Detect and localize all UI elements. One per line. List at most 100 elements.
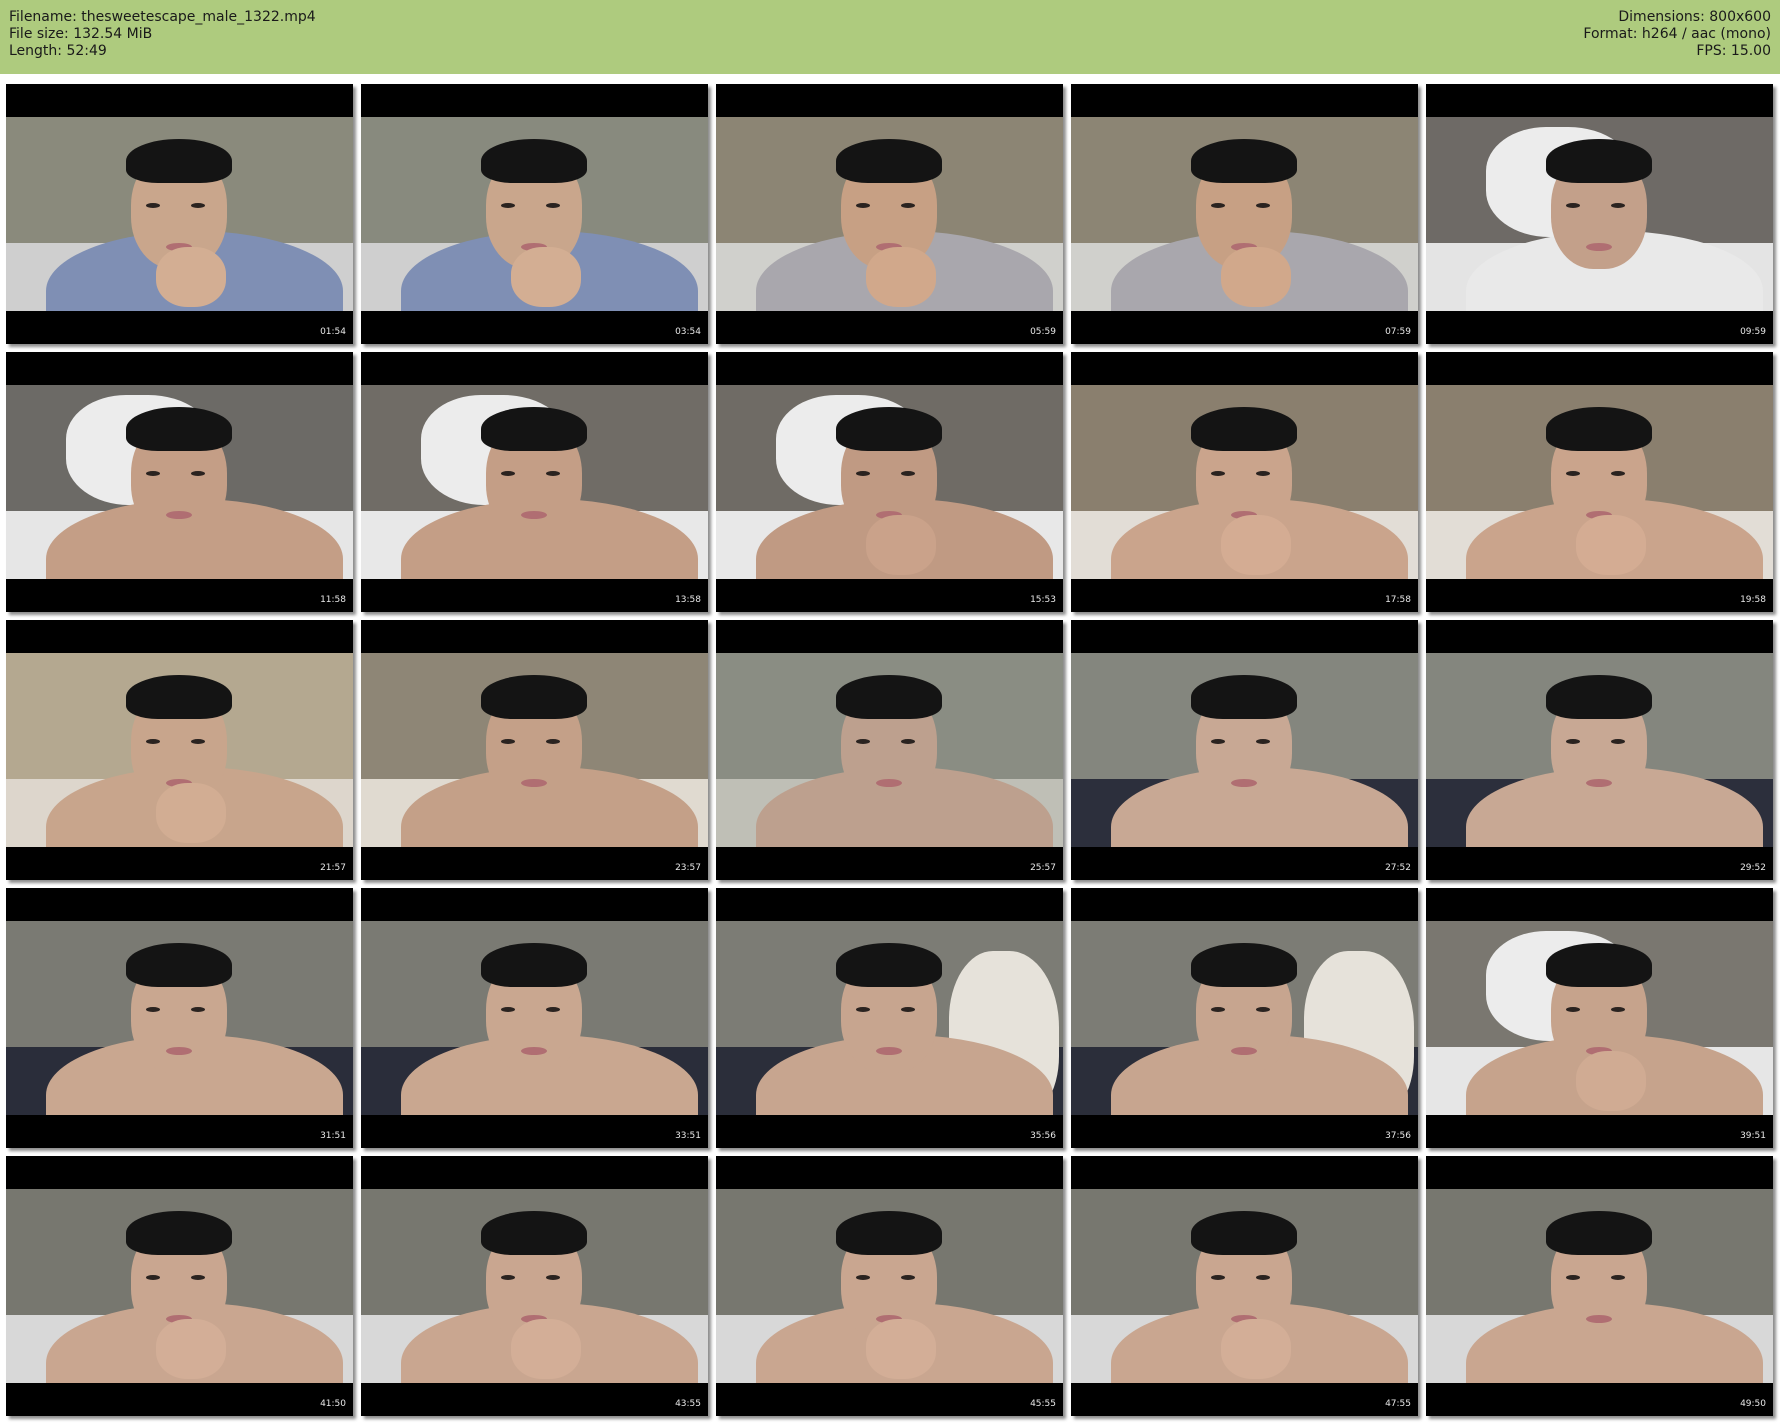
frame-hair bbox=[1191, 139, 1297, 183]
video-thumbnail: 47:55 bbox=[1071, 1156, 1418, 1416]
frame-mouth bbox=[1586, 1315, 1612, 1323]
thumbnail-frame bbox=[361, 117, 708, 311]
thumbnail-timestamp: 21:57 bbox=[320, 863, 346, 873]
frame-mouth bbox=[521, 1047, 547, 1055]
frame-eye bbox=[191, 203, 205, 208]
frame-eye bbox=[146, 203, 160, 208]
frame-eye bbox=[1611, 471, 1625, 476]
frame-mouth bbox=[1586, 243, 1612, 251]
frame-eye bbox=[1211, 203, 1225, 208]
thumbnail-timestamp: 05:59 bbox=[1030, 327, 1056, 337]
frame-eye bbox=[546, 1007, 560, 1012]
thumbnail-timestamp: 43:55 bbox=[675, 1399, 701, 1409]
frame-hair bbox=[481, 407, 587, 451]
thumbnail-frame bbox=[1071, 653, 1418, 847]
frame-eye bbox=[1256, 1007, 1270, 1012]
video-thumbnail: 13:58 bbox=[361, 352, 708, 612]
frame-eye bbox=[1611, 739, 1625, 744]
video-thumbnail: 45:55 bbox=[716, 1156, 1063, 1416]
file-meta-left: Filename: thesweetescape_male_1322.mp4 F… bbox=[9, 9, 316, 60]
frame-eye bbox=[1611, 1007, 1625, 1012]
frame-hand bbox=[1576, 515, 1646, 575]
frame-hair bbox=[836, 407, 942, 451]
frame-eye bbox=[1256, 203, 1270, 208]
thumbnail-frame bbox=[361, 921, 708, 1115]
frame-hair bbox=[126, 139, 232, 183]
frame-hair bbox=[1546, 675, 1652, 719]
thumbnail-frame bbox=[1071, 117, 1418, 311]
frame-eye bbox=[901, 203, 915, 208]
frame-eye bbox=[901, 471, 915, 476]
frame-eye bbox=[1256, 471, 1270, 476]
frame-mouth bbox=[1231, 779, 1257, 787]
frame-hair bbox=[1191, 943, 1297, 987]
thumbnail-frame bbox=[361, 653, 708, 847]
frame-eye bbox=[1256, 1275, 1270, 1280]
frame-eye bbox=[501, 739, 515, 744]
thumbnail-frame bbox=[1426, 1189, 1773, 1383]
thumbnail-frame bbox=[1426, 117, 1773, 311]
frame-hand bbox=[866, 247, 936, 307]
thumbnail-timestamp: 35:56 bbox=[1030, 1131, 1056, 1141]
frame-eye bbox=[501, 1275, 515, 1280]
frame-hair bbox=[836, 943, 942, 987]
frame-eye bbox=[146, 1275, 160, 1280]
frame-hair bbox=[126, 675, 232, 719]
frame-eye bbox=[191, 1007, 205, 1012]
frame-hair bbox=[1546, 943, 1652, 987]
video-thumbnail: 15:53 bbox=[716, 352, 1063, 612]
frame-hair bbox=[836, 675, 942, 719]
thumbnail-timestamp: 11:58 bbox=[320, 595, 346, 605]
video-thumbnail: 03:54 bbox=[361, 84, 708, 344]
video-thumbnail: 31:51 bbox=[6, 888, 353, 1148]
thumbnail-timestamp: 19:58 bbox=[1740, 595, 1766, 605]
frame-eye bbox=[1566, 1275, 1580, 1280]
thumbnail-frame bbox=[6, 1189, 353, 1383]
frame-eye bbox=[1211, 1275, 1225, 1280]
thumbnail-timestamp: 39:51 bbox=[1740, 1131, 1766, 1141]
frame-eye bbox=[191, 471, 205, 476]
frame-hair bbox=[1191, 1211, 1297, 1255]
video-thumbnail: 05:59 bbox=[716, 84, 1063, 344]
frame-hair bbox=[1191, 675, 1297, 719]
frame-eye bbox=[146, 471, 160, 476]
frame-eye bbox=[501, 203, 515, 208]
thumbnail-frame bbox=[716, 385, 1063, 579]
frame-mouth bbox=[876, 1047, 902, 1055]
frame-eye bbox=[856, 1275, 870, 1280]
thumbnail-timestamp: 49:50 bbox=[1740, 1399, 1766, 1409]
frame-mouth bbox=[166, 511, 192, 519]
thumbnail-timestamp: 29:52 bbox=[1740, 863, 1766, 873]
thumbnail-frame bbox=[716, 1189, 1063, 1383]
header-bar: Filename: thesweetescape_male_1322.mp4 F… bbox=[0, 0, 1780, 74]
thumbnail-frame bbox=[1071, 385, 1418, 579]
frame-mouth bbox=[1231, 1047, 1257, 1055]
video-thumbnail: 33:51 bbox=[361, 888, 708, 1148]
frame-mouth bbox=[1586, 779, 1612, 787]
length-label: Length: 52:49 bbox=[9, 43, 107, 59]
video-thumbnail: 19:58 bbox=[1426, 352, 1773, 612]
frame-mouth bbox=[876, 779, 902, 787]
thumbnail-frame bbox=[6, 385, 353, 579]
frame-hand bbox=[156, 783, 226, 843]
frame-eye bbox=[1211, 471, 1225, 476]
frame-hair bbox=[836, 1211, 942, 1255]
thumbnail-timestamp: 37:56 bbox=[1385, 1131, 1411, 1141]
frame-hand bbox=[156, 1319, 226, 1379]
thumbnail-timestamp: 13:58 bbox=[675, 595, 701, 605]
thumbnail-frame bbox=[1426, 385, 1773, 579]
thumbnail-timestamp: 25:57 bbox=[1030, 863, 1056, 873]
thumbnail-frame bbox=[716, 921, 1063, 1115]
frame-eye bbox=[191, 739, 205, 744]
frame-eye bbox=[546, 471, 560, 476]
frame-eye bbox=[856, 739, 870, 744]
video-thumbnail: 37:56 bbox=[1071, 888, 1418, 1148]
thumbnail-frame bbox=[361, 1189, 708, 1383]
format-label: Format: h264 / aac (mono) bbox=[1583, 26, 1771, 42]
thumbnail-timestamp: 33:51 bbox=[675, 1131, 701, 1141]
filename-label: Filename: thesweetescape_male_1322.mp4 bbox=[9, 9, 316, 25]
frame-eye bbox=[146, 1007, 160, 1012]
thumbnail-frame bbox=[361, 385, 708, 579]
frame-hand bbox=[511, 1319, 581, 1379]
frame-hand bbox=[1221, 1319, 1291, 1379]
